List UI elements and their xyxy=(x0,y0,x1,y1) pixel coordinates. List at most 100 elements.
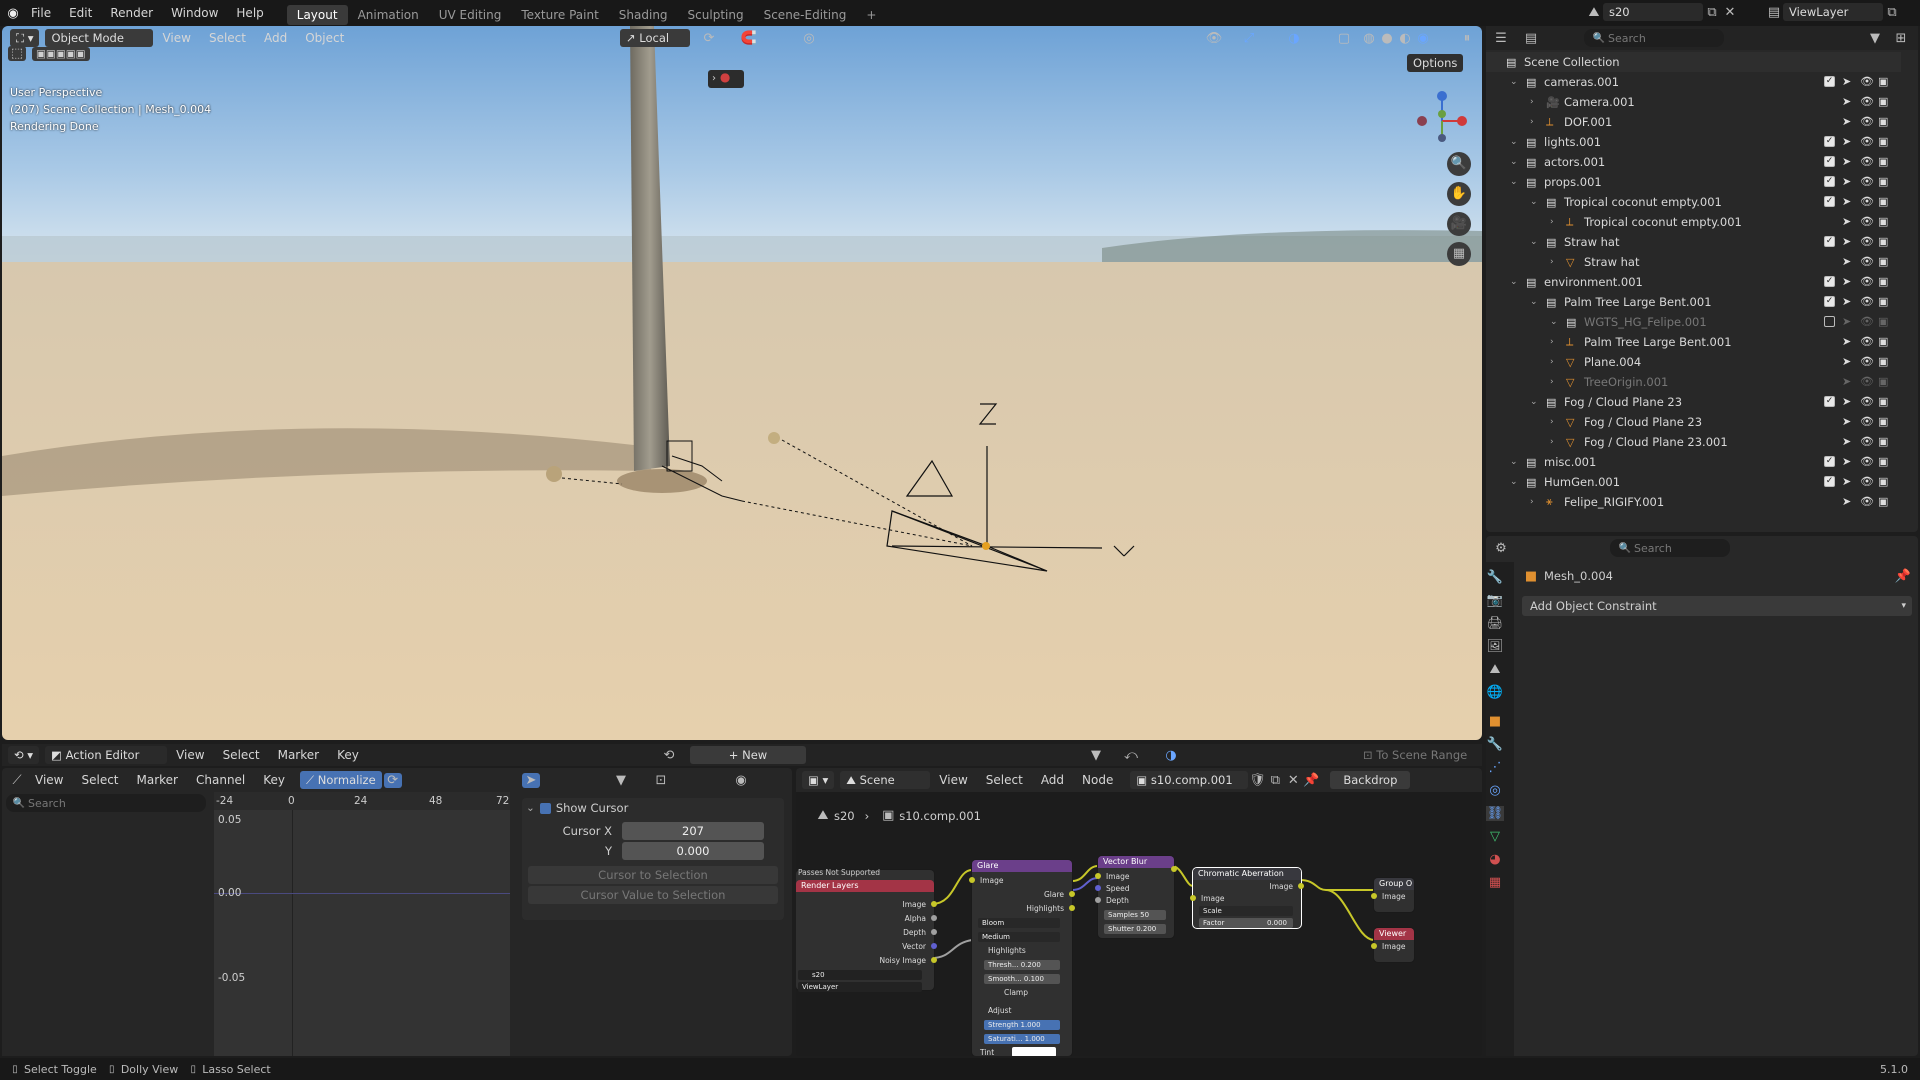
glare-threshold-field[interactable]: Thresh... 0.200 xyxy=(984,960,1060,970)
tab-scene-editing[interactable]: Scene-Editing xyxy=(754,5,857,25)
new-action-button[interactable]: + New xyxy=(690,746,806,764)
eye-icon[interactable]: 👁 xyxy=(1860,175,1874,188)
select-arrow-icon[interactable]: ➤ xyxy=(1842,135,1851,148)
go-socket-in[interactable] xyxy=(1371,893,1377,899)
expand-arrow-icon[interactable]: › xyxy=(1550,377,1554,387)
tab-uv-editing[interactable]: UV Editing xyxy=(429,5,512,25)
exclude-checkbox[interactable]: ✓ xyxy=(1824,136,1835,147)
menu-edit[interactable]: Edit xyxy=(60,0,101,26)
scene-gizmo-toggle[interactable]: › ● xyxy=(708,70,744,88)
exclude-checkbox[interactable]: ✓ xyxy=(1824,156,1835,167)
particles-tab-icon[interactable]: ⋰ xyxy=(1486,760,1504,775)
eye-icon[interactable]: 👁 xyxy=(1860,235,1874,248)
ae-menu-select[interactable]: Select xyxy=(214,744,269,766)
expand-arrow-icon[interactable]: › xyxy=(1550,357,1554,367)
expand-arrow-icon[interactable]: › xyxy=(1530,497,1534,507)
tab-animation[interactable]: Animation xyxy=(348,5,429,25)
ca-socket-in[interactable] xyxy=(1190,895,1196,901)
data-tab-icon[interactable]: ▽ xyxy=(1486,829,1504,844)
glare-socket-glare[interactable] xyxy=(1069,891,1075,897)
glare-strength-field[interactable]: Strength 1.000 xyxy=(984,1020,1060,1030)
eye-icon[interactable]: 👁 xyxy=(1860,295,1874,308)
world-tab-icon[interactable]: 🌐 xyxy=(1486,685,1504,700)
camera-render-icon[interactable]: ▣ xyxy=(1878,255,1888,268)
glare-socket-in[interactable] xyxy=(969,877,975,883)
ortho-grid-icon[interactable]: ▦ xyxy=(1447,242,1471,266)
outliner-row[interactable]: ⌄ ▤ misc.001 ✓ ➤ 👁 ▣ xyxy=(1486,452,1901,472)
exclude-checkbox[interactable]: ✓ xyxy=(1824,276,1835,287)
camera-render-icon[interactable]: ▣ xyxy=(1878,475,1888,488)
transform-orientation-dropdown[interactable]: ↗ Local xyxy=(620,29,690,47)
ge-menu-marker[interactable]: Marker xyxy=(128,768,187,792)
expand-arrow-icon[interactable]: ⌄ xyxy=(1510,277,1518,287)
tool-tab-icon[interactable]: 🔧 xyxy=(1486,570,1504,585)
select-arrow-icon[interactable]: ➤ xyxy=(1842,215,1851,228)
outliner-row[interactable]: ⌄ ▤ Straw hat ✓ ➤ 👁 ▣ xyxy=(1486,232,1901,252)
texture-tab-icon[interactable]: ▦ xyxy=(1486,875,1504,890)
select-arrow-icon[interactable]: ➤ xyxy=(1842,275,1851,288)
pan-hand-icon[interactable]: ✋ xyxy=(1447,182,1471,206)
camera-render-icon[interactable]: ▣ xyxy=(1878,275,1888,288)
camera-render-icon[interactable]: ▣ xyxy=(1878,315,1888,328)
ae-snap-icon[interactable]: ⤺ xyxy=(1122,748,1140,763)
vector-blur-node[interactable]: Vector Blur Image Speed Depth Samples 50… xyxy=(1095,856,1177,938)
select-arrow-icon[interactable]: ➤ xyxy=(1842,475,1851,488)
chromatic-aberration-node[interactable]: Chromatic Aberration Image Image Scale F… xyxy=(1190,868,1304,928)
vb-socket-speed[interactable] xyxy=(1095,885,1101,891)
options-button[interactable]: Options xyxy=(1407,54,1464,72)
select-arrow-icon[interactable]: ➤ xyxy=(1842,255,1851,268)
exclude-checkbox[interactable]: ✓ xyxy=(1824,456,1835,467)
tab-sculpting[interactable]: Sculpting xyxy=(678,5,754,25)
cursor-to-selection-button[interactable]: Cursor to Selection xyxy=(528,866,778,884)
auto-normalize-icon[interactable]: ⟳ xyxy=(383,772,402,788)
glare-highlights-section[interactable]: Highlights xyxy=(988,946,1026,955)
expand-arrow-icon[interactable]: › xyxy=(1530,117,1534,127)
menu-render[interactable]: Render xyxy=(101,0,162,26)
expand-arrow-icon[interactable]: ⌄ xyxy=(1510,457,1518,467)
ae-filter-icon[interactable]: ▼ xyxy=(1087,748,1105,763)
filter-icon[interactable]: ▼ xyxy=(1866,31,1884,46)
eye-icon[interactable]: 👁 xyxy=(1860,435,1874,448)
cursor-y-field[interactable]: 0.000 xyxy=(622,842,764,860)
expand-arrow-icon[interactable]: ⌄ xyxy=(1510,137,1518,147)
pivot-icon[interactable]: ⟳ xyxy=(700,31,718,46)
menu-window[interactable]: Window xyxy=(162,0,227,26)
cursor-x-field[interactable]: 207 xyxy=(622,822,764,840)
camera-render-icon[interactable]: ▣ xyxy=(1878,135,1888,148)
exclude-checkbox[interactable]: ✓ xyxy=(1824,176,1835,187)
pin-icon[interactable]: 📌 xyxy=(1894,569,1912,584)
exclude-checkbox[interactable]: ✓ xyxy=(1824,396,1835,407)
graph-editor-type-icon[interactable]: ⟋ xyxy=(8,773,26,788)
camera-render-icon[interactable]: ▣ xyxy=(1878,435,1888,448)
new-view-layer-icon[interactable]: ⧉ xyxy=(1883,5,1901,20)
view-layer-tab-icon[interactable]: 🖼 xyxy=(1486,639,1504,654)
channel-search-input[interactable]: 🔍 Search xyxy=(6,794,206,812)
vb-samples-field[interactable]: Samples 50 xyxy=(1104,910,1166,920)
cursor-value-to-selection-button[interactable]: Cursor Value to Selection xyxy=(528,886,778,904)
outliner-row[interactable]: ⌄ ▤ Fog / Cloud Plane 23 ✓ ➤ 👁 ▣ xyxy=(1486,392,1901,412)
menu-file[interactable]: File xyxy=(22,0,60,26)
expand-arrow-icon[interactable]: ⌄ xyxy=(1510,157,1518,167)
exclude-checkbox[interactable]: ✓ xyxy=(1824,76,1835,87)
select-arrow-icon[interactable]: ➤ xyxy=(1842,335,1851,348)
eye-icon[interactable]: 👁 xyxy=(1860,275,1874,288)
select-arrow-icon[interactable]: ➤ xyxy=(1842,155,1851,168)
shading-solid-icon[interactable]: ● xyxy=(1378,31,1396,46)
eye-icon[interactable]: 👁 xyxy=(1860,115,1874,128)
exclude-checkbox[interactable]: ✓ xyxy=(1824,236,1835,247)
object-mode-dropdown[interactable]: Object Mode xyxy=(45,29,154,47)
tab-layout[interactable]: Layout xyxy=(286,4,348,25)
outliner-row[interactable]: ⌄ ▤ Palm Tree Large Bent.001 ✓ ➤ 👁 ▣ xyxy=(1486,292,1901,312)
scene-tab-icon[interactable]: ⛰ xyxy=(1486,662,1504,677)
overlay-icon[interactable]: ◑ xyxy=(1285,31,1303,46)
expand-arrow-icon[interactable]: › xyxy=(1530,97,1534,107)
eye-icon[interactable]: 👁 xyxy=(1860,155,1874,168)
eye-icon[interactable]: 👁 xyxy=(1860,95,1874,108)
ge-filter-icon[interactable]: ▼ xyxy=(612,773,630,788)
eye-icon[interactable]: 👁 xyxy=(1860,395,1874,408)
view-layer-selector[interactable]: ViewLayer xyxy=(1783,3,1883,21)
ge-menu-select[interactable]: Select xyxy=(72,768,127,792)
add-object-constraint-dropdown[interactable]: Add Object Constraint ▾ xyxy=(1522,596,1912,616)
zoom-icon[interactable]: 🔍 xyxy=(1447,152,1471,176)
select-arrow-icon[interactable]: ➤ xyxy=(1842,295,1851,308)
